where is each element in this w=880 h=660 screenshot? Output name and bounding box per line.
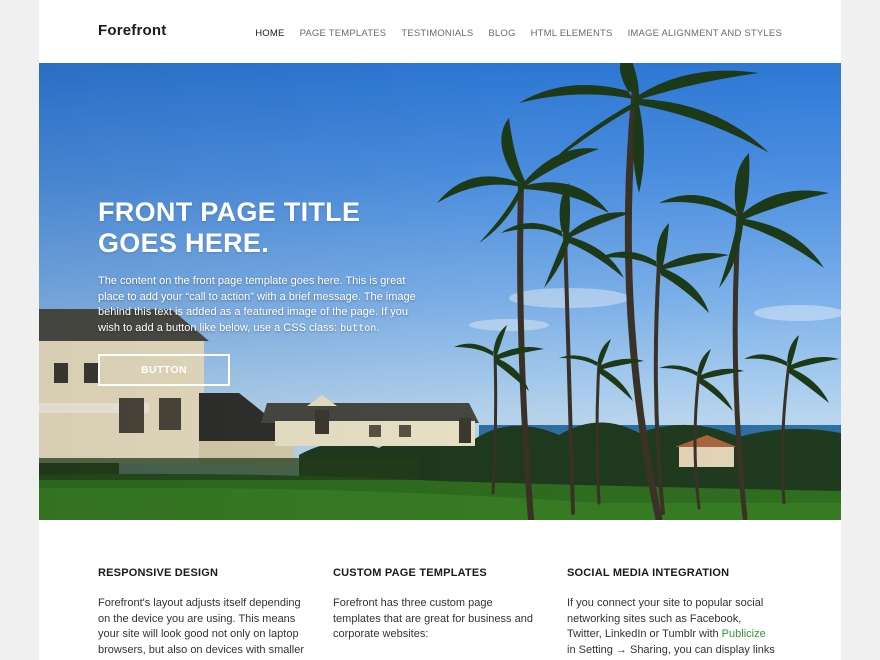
page: Forefront HOME PAGE TEMPLATES TESTIMONIA… xyxy=(39,0,841,660)
site-title-link[interactable]: Forefront xyxy=(98,22,166,39)
feature-custom-page-templates: CUSTOM PAGE TEMPLATES Forefront has thre… xyxy=(333,567,543,643)
feature-text: Forefront's layout adjusts itself depend… xyxy=(98,597,305,657)
site-header: Forefront HOME PAGE TEMPLATES TESTIMONIA… xyxy=(39,0,841,63)
nav-item-blog[interactable]: BLOG xyxy=(488,28,515,39)
hero-title: FRONT PAGE TITLE GOES HERE. xyxy=(98,197,361,258)
feature-text: Forefront has three custom page template… xyxy=(333,597,533,641)
nav-item-image-alignment[interactable]: IMAGE ALIGNMENT AND STYLES xyxy=(628,28,782,39)
publicize-link[interactable]: Publicize xyxy=(722,628,766,640)
hero-button[interactable]: BUTTON xyxy=(98,354,230,386)
feature-title: RESPONSIVE DESIGN xyxy=(98,567,219,579)
nav-item-page-templates[interactable]: PAGE TEMPLATES xyxy=(300,28,387,39)
hero-text-end: . xyxy=(376,321,380,334)
hero-text-code: button xyxy=(340,322,377,334)
nav-item-home[interactable]: HOME xyxy=(255,28,284,39)
feature-title: CUSTOM PAGE TEMPLATES xyxy=(333,567,487,579)
hero-section: FRONT PAGE TITLE GOES HERE. The content … xyxy=(39,63,841,520)
feature-social-media-integration: SOCIAL MEDIA INTEGRATION If you connect … xyxy=(567,567,777,660)
feature-responsive-design: RESPONSIVE DESIGN Forefront's layout adj… xyxy=(98,567,308,659)
hero-text: The content on the front page template g… xyxy=(98,274,418,336)
nav-item-html-elements[interactable]: HTML ELEMENTS xyxy=(531,28,613,39)
nav-item-testimonials[interactable]: TESTIMONIALS xyxy=(401,28,473,39)
feature-text-end: in Setting → Sharing, you can display li… xyxy=(567,644,775,660)
feature-text: If you connect your site to popular soci… xyxy=(567,596,777,660)
feature-title: SOCIAL MEDIA INTEGRATION xyxy=(567,567,730,579)
main-navigation: HOME PAGE TEMPLATES TESTIMONIALS BLOG HT… xyxy=(255,28,782,39)
